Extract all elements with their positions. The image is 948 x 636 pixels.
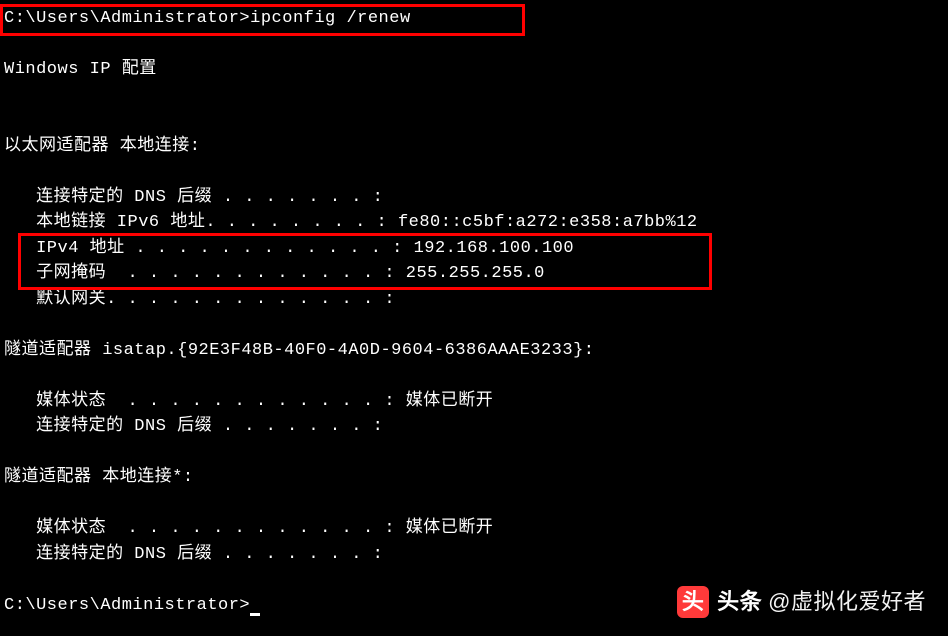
terminal-output[interactable]: C:\Users\Administrator>ipconfig /renew W… (0, 0, 948, 618)
tunnel-adapter-isatap-title: 隧道适配器 isatap.{92E3F48B-40F0-4A0D-9604-63… (4, 338, 948, 364)
ethernet-adapter-title: 以太网适配器 本地连接: (4, 134, 948, 160)
dns-suffix-line: 连接特定的 DNS 后缀 . . . . . . . : (4, 185, 948, 211)
ipv6-address-line: 本地链接 IPv6 地址. . . . . . . . : fe80::c5bf… (4, 210, 948, 236)
ipv4-address-line: IPv4 地址 . . . . . . . . . . . . : 192.16… (4, 236, 948, 262)
watermark-username: @虚拟化爱好者 (768, 585, 926, 618)
blank-line (4, 32, 948, 58)
dns-suffix-line: 连接特定的 DNS 后缀 . . . . . . . : (4, 414, 948, 440)
blank-line (4, 312, 948, 338)
media-state-line: 媒体状态 . . . . . . . . . . . . : 媒体已断开 (4, 516, 948, 542)
blank-line (4, 108, 948, 134)
blank-line (4, 491, 948, 517)
dns-suffix-line: 连接特定的 DNS 后缀 . . . . . . . : (4, 542, 948, 568)
toutiao-logo-icon: 头 (677, 586, 709, 618)
watermark: 头 头条 @虚拟化爱好者 (677, 585, 926, 618)
blank-line (4, 83, 948, 109)
tunnel-adapter-local-title: 隧道适配器 本地连接*: (4, 465, 948, 491)
blank-line (4, 159, 948, 185)
watermark-brand: 头条 (717, 585, 762, 618)
default-gateway-line: 默认网关. . . . . . . . . . . . . : (4, 287, 948, 313)
command-prompt-line: C:\Users\Administrator>ipconfig /renew (4, 6, 948, 32)
subnet-mask-line: 子网掩码 . . . . . . . . . . . . : 255.255.2… (4, 261, 948, 287)
cursor-icon (250, 613, 260, 616)
media-state-line: 媒体状态 . . . . . . . . . . . . : 媒体已断开 (4, 389, 948, 415)
ip-config-header: Windows IP 配置 (4, 57, 948, 83)
blank-line (4, 363, 948, 389)
blank-line (4, 440, 948, 466)
